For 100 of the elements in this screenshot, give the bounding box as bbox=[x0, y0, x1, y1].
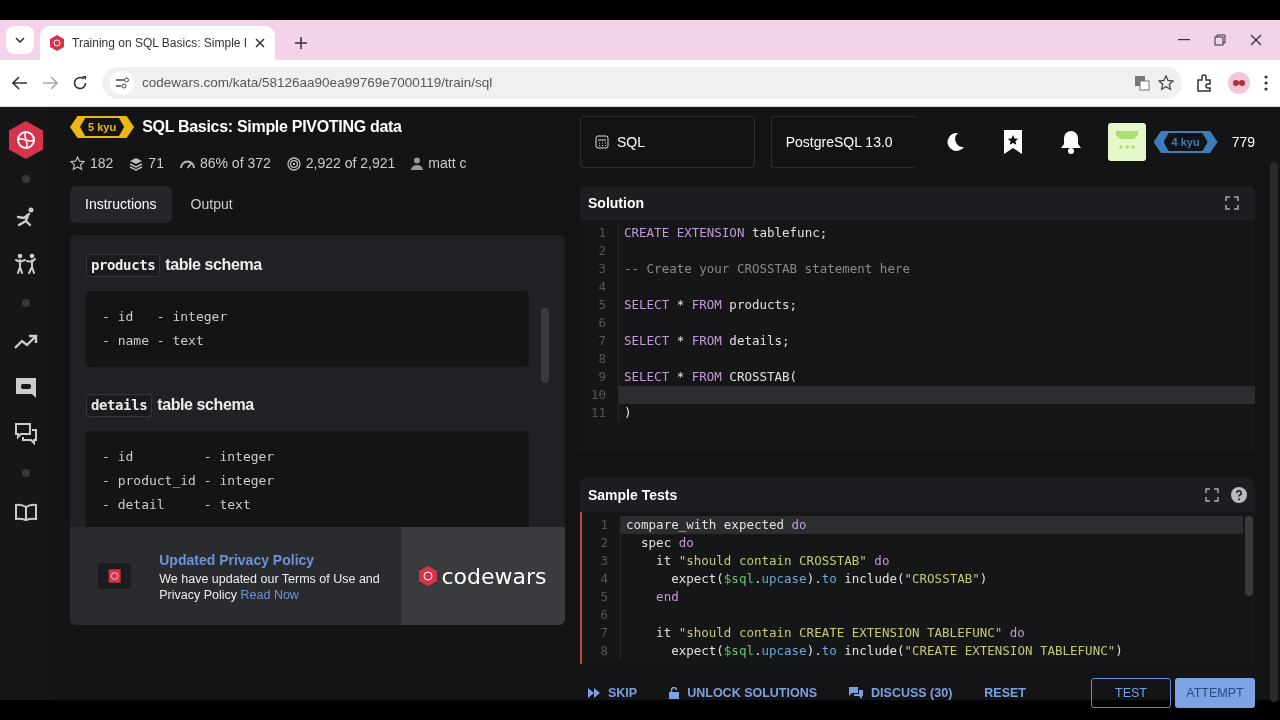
minimize-icon[interactable] bbox=[1178, 39, 1190, 41]
person-icon bbox=[411, 157, 424, 170]
line-number: 3 bbox=[597, 260, 607, 278]
code-line: ) bbox=[618, 404, 1255, 422]
code-line: SELECT * FROM products; bbox=[618, 296, 1255, 314]
chat-controller-icon[interactable] bbox=[15, 377, 37, 399]
hexagon-logo-icon[interactable] bbox=[9, 121, 43, 159]
banner-title[interactable]: Updated Privacy Policy bbox=[159, 549, 401, 571]
code-block: - id - integer - product_id - integer - detail - text bbox=[86, 431, 529, 527]
restore-icon[interactable] bbox=[1214, 34, 1226, 46]
stack-icon bbox=[129, 156, 144, 171]
bell-icon[interactable] bbox=[1059, 130, 1082, 154]
panel-title: Solution bbox=[588, 193, 644, 213]
hexagon-logo-icon bbox=[50, 35, 64, 51]
padlock-icon bbox=[669, 687, 680, 700]
test-button[interactable]: TEST bbox=[1091, 678, 1171, 709]
table-name-code: details bbox=[86, 393, 153, 417]
site-settings-icon[interactable] bbox=[110, 71, 134, 95]
help-icon[interactable] bbox=[1231, 487, 1247, 503]
section-heading: table schema bbox=[157, 395, 254, 415]
line-number: 5 bbox=[597, 296, 607, 314]
rank-badge: 4 kyu bbox=[1153, 130, 1218, 154]
hexagon-logo-icon bbox=[419, 566, 438, 586]
scrollbar-thumb[interactable] bbox=[541, 308, 549, 383]
line-number: 6 bbox=[599, 606, 609, 624]
stat-value: matt c bbox=[428, 154, 467, 173]
line-number: 7 bbox=[597, 332, 607, 350]
version-select[interactable]: PostgreSQL 13.0 bbox=[770, 116, 916, 168]
line-number: 8 bbox=[599, 642, 609, 660]
tab[interactable]: Instructions bbox=[70, 186, 172, 223]
section-heading: table schema bbox=[165, 255, 262, 275]
profile-avatar-icon[interactable] bbox=[1228, 72, 1250, 94]
browser-tab[interactable]: Training on SQL Basics: Simple I bbox=[40, 26, 276, 60]
line-number: 3 bbox=[599, 552, 609, 570]
extensions-icon[interactable] bbox=[1196, 74, 1214, 92]
scrollbar-thumb[interactable] bbox=[1245, 516, 1253, 596]
line-number: 10 bbox=[589, 386, 607, 404]
tab[interactable]: Output bbox=[175, 186, 248, 223]
code-editor[interactable] bbox=[580, 512, 1255, 664]
chevron-down-icon bbox=[15, 37, 25, 43]
code-line: expect($sql.upcase).to include("CROSSTAB") bbox=[620, 570, 1243, 588]
action-button[interactable]: DISCUSS (30) bbox=[841, 678, 961, 709]
divider-dot bbox=[22, 469, 30, 477]
more-menu-icon[interactable] bbox=[1264, 75, 1268, 91]
url-text: codewars.com/kata/58126aa90ea99769e7000119/train/sql bbox=[142, 73, 493, 92]
close-icon[interactable] bbox=[255, 38, 266, 48]
line-number: 2 bbox=[599, 534, 609, 552]
line-number: 11 bbox=[589, 404, 607, 422]
expand-icon[interactable] bbox=[1225, 196, 1239, 210]
panel-title: Sample Tests bbox=[588, 485, 678, 505]
new-tab-icon[interactable] bbox=[295, 37, 308, 49]
language-select[interactable]: SQL bbox=[580, 116, 755, 168]
target-icon bbox=[286, 156, 301, 171]
version-label: PostgreSQL 13.0 bbox=[785, 132, 893, 152]
code-line: CREATE EXTENSION tablefunc; bbox=[618, 224, 1255, 242]
close-icon[interactable] bbox=[1250, 34, 1262, 46]
divider-dot bbox=[22, 299, 30, 307]
code-block: - id - integer - name - text bbox=[86, 291, 529, 367]
tab-title: Training on SQL Basics: Simple I bbox=[72, 35, 248, 52]
rank-badge: 5 kyu bbox=[70, 115, 135, 139]
action-button[interactable]: RESET bbox=[976, 678, 1034, 709]
code-line: it "should contain CREATE EXTENSION TABLEFUNC" do bbox=[620, 624, 1243, 642]
kata-title: SQL Basics: Simple PIVOTING data bbox=[142, 117, 402, 137]
line-number: 1 bbox=[597, 224, 607, 242]
address-bar[interactable]: codewars.com/kata/58126aa90ea99769e7000119/train/sql bbox=[102, 67, 1182, 99]
honor-score: 779 bbox=[1231, 132, 1255, 152]
language-label: SQL bbox=[617, 132, 645, 152]
stat-value: 71 bbox=[148, 154, 164, 173]
line-number: 5 bbox=[599, 588, 609, 606]
reload-icon[interactable] bbox=[72, 75, 88, 91]
code-line: it "should contain CROSSTAB" do bbox=[620, 552, 1243, 570]
tab-list-button[interactable] bbox=[6, 26, 34, 54]
action-button[interactable]: SKIP bbox=[580, 678, 646, 709]
translate-icon[interactable] bbox=[1134, 75, 1150, 91]
code-editor[interactable]: 1 CREATE EXTENSION tablefunc; 2 3 -- Create your CROSSTAB statement here 4 5 SELECT * FROM products; 6 7 SELECT * FROM details; 8 9 SELECT * FROM CROSSTAB( 10 11 ) bbox=[580, 220, 1255, 452]
code-line: expect($sql.upcase).to include("CREATE EXTENSION TABLEFUNC") bbox=[620, 642, 1243, 660]
action-button[interactable]: UNLOCK SOLUTIONS bbox=[661, 678, 826, 709]
code-line: SELECT * FROM details; bbox=[618, 332, 1255, 350]
code-line: spec do bbox=[620, 534, 1243, 552]
brand-wordmark: codewars bbox=[441, 562, 547, 591]
two-fighters-icon[interactable] bbox=[14, 252, 38, 276]
chat-bubbles-icon[interactable] bbox=[15, 423, 37, 445]
expand-icon[interactable] bbox=[1205, 488, 1219, 502]
line-number: 6 bbox=[597, 314, 607, 332]
stat-value: 86% of 372 bbox=[199, 154, 271, 173]
divider-dot bbox=[22, 175, 30, 183]
star-icon[interactable] bbox=[1158, 75, 1174, 91]
calculator-icon bbox=[595, 135, 609, 149]
scrollbar-thumb[interactable] bbox=[1270, 162, 1278, 702]
trending-up-icon[interactable] bbox=[14, 334, 38, 350]
bookmark-star-icon[interactable] bbox=[1003, 130, 1022, 154]
fast-forward-icon bbox=[588, 688, 600, 699]
line-number: 4 bbox=[597, 278, 607, 296]
read-now-link[interactable]: Read Now bbox=[240, 587, 299, 602]
avatar-icon[interactable] bbox=[1107, 123, 1146, 161]
line-number: 4 bbox=[599, 570, 609, 588]
chat-bubbles-icon bbox=[849, 687, 864, 700]
back-icon[interactable] bbox=[12, 76, 28, 90]
open-book-icon[interactable] bbox=[15, 503, 37, 521]
line-number: 2 bbox=[597, 242, 607, 260]
